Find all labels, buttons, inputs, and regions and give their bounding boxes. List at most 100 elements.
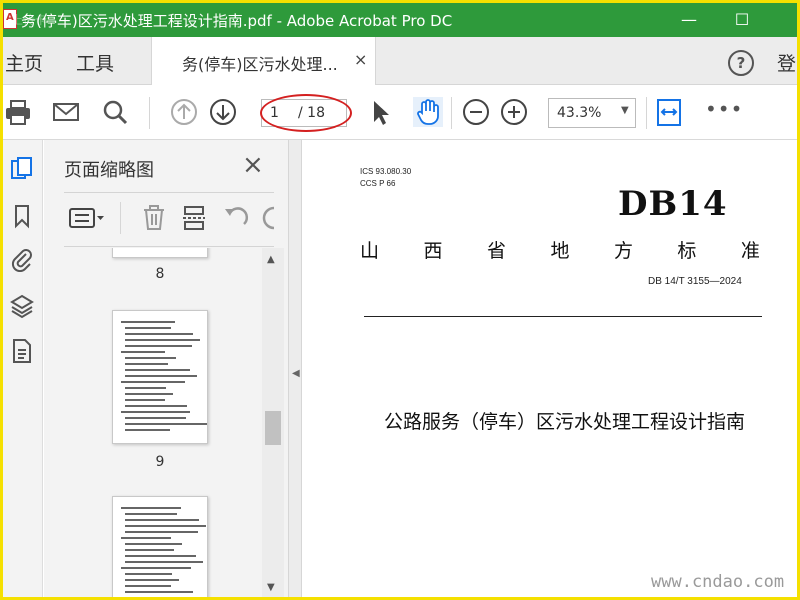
- thumbnail-text-line: [121, 567, 191, 569]
- zoom-in-icon[interactable]: [499, 97, 529, 127]
- thumbnail-list[interactable]: 8 9: [64, 248, 264, 597]
- scroll-down-arrow[interactable]: ▼: [267, 582, 275, 593]
- ics-code: ICS 93.080.30: [360, 167, 412, 176]
- page-thumbnail-number: 8: [155, 266, 165, 282]
- thumbnail-text-line: [125, 531, 198, 533]
- email-icon[interactable]: [51, 97, 81, 127]
- delete-page-icon[interactable]: [140, 204, 168, 232]
- thumbnail-text-line: [125, 405, 187, 407]
- standard-type: 山 西 省 地 方 标 准: [360, 236, 760, 263]
- thumbnail-text-line: [125, 555, 196, 557]
- thumbnail-text-line: [125, 357, 176, 359]
- thumbnail-text-line: [125, 363, 168, 365]
- standard-type-char: 准: [740, 240, 760, 262]
- panel-divider: [64, 192, 274, 193]
- zoom-out-icon[interactable]: [461, 97, 491, 127]
- tab-home[interactable]: 主页: [5, 49, 43, 76]
- thumbnail-text-line: [121, 321, 175, 323]
- bookmark-icon[interactable]: [9, 203, 35, 229]
- thumbnail-text-line: [125, 327, 171, 329]
- thumbnail-text-line: [125, 543, 182, 545]
- panel-title: 页面缩略图: [64, 160, 154, 181]
- thumbnail-text-line: [121, 411, 190, 413]
- document-tab-label: 务(停车)区污水处理...: [182, 55, 338, 74]
- thumbnail-text-line: [121, 381, 185, 383]
- thumbnail-text-line: [125, 585, 171, 587]
- page-thumbnails-panel: 页面缩略图 × 8 9 ▲ ▼: [44, 140, 288, 597]
- thumbnail-scrollbar[interactable]: ▲ ▼: [262, 248, 284, 597]
- page-thumbnail-number: 9: [155, 454, 165, 470]
- panel-toolbar-divider: [120, 202, 121, 234]
- thumbnail-text-line: [125, 429, 170, 431]
- close-panel-icon[interactable]: ×: [242, 150, 264, 180]
- thumbnail-text-line: [125, 417, 186, 419]
- scroll-up-arrow[interactable]: ▲: [267, 254, 275, 265]
- hand-tool-icon[interactable]: [413, 97, 443, 127]
- page-thumbnail[interactable]: [112, 496, 208, 597]
- undo-icon[interactable]: [222, 204, 250, 232]
- thumbnail-text-line: [125, 573, 172, 575]
- thumbnail-text-line: [125, 345, 192, 347]
- attachment-icon[interactable]: [9, 246, 35, 272]
- tab-document[interactable]: 务(停车)区污水处理... ×: [151, 37, 376, 85]
- toolbar: 1 / 18 43.3% ▼ •••: [3, 85, 797, 140]
- page-thumbnail[interactable]: [112, 248, 208, 258]
- scrollbar-thumb[interactable]: [265, 411, 281, 445]
- thumbnail-options-icon[interactable]: [68, 204, 106, 232]
- page-thumbnails-icon[interactable]: [9, 156, 35, 182]
- window-title: 务(停车)区污水处理工程设计指南.pdf - Adobe Acrobat Pro…: [21, 12, 453, 30]
- sign-in-button[interactable]: 登: [777, 49, 796, 76]
- collapse-panel-icon[interactable]: ◀: [292, 368, 300, 379]
- site-watermark: www.cndao.com: [651, 572, 785, 592]
- print-icon[interactable]: [3, 97, 33, 127]
- redo-icon[interactable]: [262, 204, 276, 232]
- thumbnail-text-line: [125, 525, 206, 527]
- ccs-code: CCS P 66: [360, 179, 396, 188]
- standard-code: DB14: [618, 184, 728, 224]
- close-tab-button[interactable]: ×: [354, 50, 367, 69]
- thumbnail-text-line: [121, 351, 165, 353]
- insert-page-icon[interactable]: [180, 204, 208, 232]
- document-title: 公路服务（停车）区污水处理工程设计指南: [383, 411, 745, 433]
- fit-width-icon[interactable]: [654, 97, 684, 127]
- previous-page-icon[interactable]: [169, 97, 199, 127]
- thumbnail-text-line: [125, 519, 199, 521]
- toolbar-divider: [149, 97, 150, 129]
- thumbnail-text-line: [125, 561, 203, 563]
- chevron-down-icon: ▼: [621, 105, 629, 116]
- thumbnail-text-line: [125, 393, 173, 395]
- title-bar: 务(停车)区污水处理工程设计指南.pdf - Adobe Acrobat Pro…: [3, 3, 797, 37]
- minimize-button[interactable]: —: [666, 3, 712, 37]
- document-properties-icon[interactable]: [9, 338, 35, 364]
- toolbar-divider: [451, 97, 452, 129]
- thumbnail-text-line: [125, 333, 193, 335]
- select-cursor-icon[interactable]: [365, 97, 395, 127]
- zoom-level-select[interactable]: 43.3% ▼: [548, 98, 636, 128]
- help-button[interactable]: ?: [728, 50, 754, 76]
- thumbnail-text-line: [121, 537, 171, 539]
- maximize-button[interactable]: ☐: [719, 3, 765, 37]
- tab-tools[interactable]: 工具: [76, 49, 114, 76]
- more-tools-icon[interactable]: •••: [705, 97, 743, 121]
- standard-number: DB 14/T 3155—2024: [648, 276, 742, 287]
- next-page-icon[interactable]: [208, 97, 238, 127]
- toolbar-divider: [646, 97, 647, 129]
- thumbnail-text-line: [125, 423, 207, 425]
- thumbnail-text-line: [125, 579, 179, 581]
- page-thumbnail[interactable]: [112, 310, 208, 444]
- panel-splitter[interactable]: ◀: [288, 140, 302, 597]
- navigation-rail: [3, 140, 43, 597]
- red-annotation-circle: [260, 94, 352, 132]
- tab-bar: 主页 工具 务(停车)区污水处理... × ? 登: [3, 37, 797, 85]
- thumbnail-text-line: [125, 375, 197, 377]
- standard-type-char: 方: [613, 240, 633, 262]
- thumbnail-text-line: [125, 399, 165, 401]
- header-rule: [364, 316, 762, 317]
- layers-icon[interactable]: [9, 293, 35, 319]
- search-icon[interactable]: [100, 97, 130, 127]
- thumbnail-text-line: [125, 513, 177, 515]
- thumbnail-text-line: [121, 507, 181, 509]
- document-view[interactable]: ICS 93.080.30 CCS P 66 DB14 山 西 省 地 方 标 …: [302, 140, 797, 597]
- standard-type-char: 标: [677, 240, 697, 262]
- zoom-value: 43.3%: [557, 105, 602, 121]
